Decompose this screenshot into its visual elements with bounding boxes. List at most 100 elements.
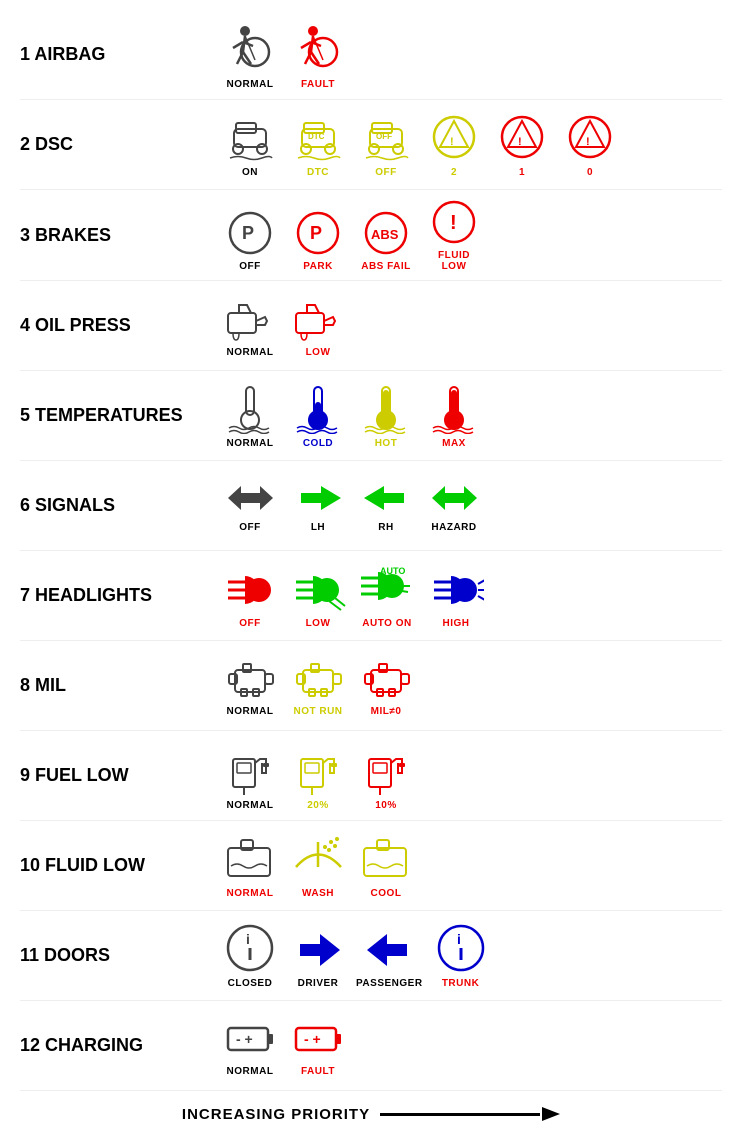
row-temps: 5 TEMPERATURES NORMAL — [20, 371, 722, 461]
svg-text:!: ! — [450, 136, 454, 148]
label-airbag-normal: NORMAL — [227, 79, 274, 90]
svg-text:!: ! — [450, 212, 457, 234]
label-temp-max: MAX — [442, 438, 466, 449]
svg-text:P: P — [242, 223, 254, 243]
label-fuel-20: 20% — [307, 800, 329, 811]
svg-text:AUTO: AUTO — [380, 566, 405, 576]
row-airbag: 1 AIRBAG — [20, 10, 722, 100]
icon-brake-fluid: ! FLUIDLOW — [424, 198, 484, 272]
label-signal-hazard: HAZARD — [431, 522, 476, 533]
icon-mil-notrun: NOT RUN — [288, 654, 348, 717]
svg-text:- +: - + — [236, 1031, 253, 1047]
icon-temp-hot: HOT — [356, 382, 416, 449]
label-fluid-normal: NORMAL — [227, 888, 274, 899]
icon-head-auto: AUTO AUTO ON — [356, 562, 418, 629]
icons-signals: OFF LH RH HAZARD — [220, 478, 484, 533]
label-head-off: OFF — [239, 618, 261, 629]
icon-fuel-normal: NORMAL — [220, 741, 280, 811]
icon-temp-cold: COLD — [288, 382, 348, 449]
priority-label: INCREASING PRIORITY — [182, 1106, 370, 1123]
label-fuel-10: 10% — [375, 800, 397, 811]
label-brake-park: PARK — [303, 261, 333, 272]
label-airbag-fault: FAULT — [301, 79, 335, 90]
label-mil-normal: NORMAL — [227, 706, 274, 717]
icon-fuel-20: 20% — [288, 741, 348, 811]
main-container: 1 AIRBAG — [0, 0, 742, 1147]
icon-mil-normal: NORMAL — [220, 654, 280, 717]
label-mil: 8 MIL — [20, 675, 220, 696]
label-fuel-normal: NORMAL — [227, 800, 274, 811]
label-signal-off: OFF — [239, 522, 261, 533]
icon-fluid-wash: WASH — [288, 832, 348, 899]
label-door-driver: DRIVER — [298, 978, 339, 989]
icon-head-low: LOW — [288, 566, 348, 629]
label-charge-normal: NORMAL — [227, 1066, 274, 1077]
label-door-passenger: PASSENGER — [356, 978, 423, 989]
icons-doors: i CLOSED DRIVER PASSENGER — [220, 922, 491, 989]
icon-oil-normal: NORMAL — [220, 293, 280, 358]
svg-text:i: i — [457, 931, 461, 947]
label-mil-mil: MIL≠0 — [371, 706, 402, 717]
priority-row: INCREASING PRIORITY — [20, 1091, 722, 1127]
label-headlights: 7 HEADLIGHTS — [20, 585, 220, 606]
icon-door-closed: i CLOSED — [220, 922, 280, 989]
row-oilpress: 4 OIL PRESS NORMAL — [20, 281, 722, 371]
row-headlights: 7 HEADLIGHTS OFF — [20, 551, 722, 641]
icons-fluidlow: NORMAL WASH — [220, 832, 416, 899]
icon-mil-mil: MIL≠0 — [356, 654, 416, 717]
svg-text:i: i — [246, 931, 250, 947]
icons-oilpress: NORMAL LOW — [220, 293, 348, 358]
icon-door-driver: DRIVER — [288, 926, 348, 989]
label-fluidlow: 10 FLUID LOW — [20, 855, 220, 876]
svg-text:- +: - + — [304, 1031, 321, 1047]
row-charging: 12 CHARGING - + NORMAL - + FAULT — [20, 1001, 722, 1091]
icon-fuel-10: 10% — [356, 741, 416, 811]
label-dsc-0: 0 — [587, 167, 593, 178]
label-temp-normal: NORMAL — [227, 438, 274, 449]
label-dsc-off: OFF — [375, 167, 397, 178]
label-brake-abs: ABS FAIL — [361, 261, 411, 272]
row-dsc: 2 DSC ON — [20, 100, 722, 190]
label-oil-normal: NORMAL — [227, 347, 274, 358]
label-dsc-1: 1 — [519, 167, 525, 178]
label-airbag: 1 AIRBAG — [20, 44, 220, 65]
icon-door-trunk: i TRUNK — [431, 922, 491, 989]
icon-head-off: OFF — [220, 566, 280, 629]
icon-charge-fault: - + FAULT — [288, 1014, 348, 1077]
icon-fluid-cool: COOL — [356, 832, 416, 899]
label-door-trunk: TRUNK — [442, 978, 480, 989]
icon-brake-abs: ABS ABS FAIL — [356, 209, 416, 272]
icon-temp-max: MAX — [424, 382, 484, 449]
icon-airbag-normal: NORMAL — [220, 20, 280, 90]
label-brake-fluid: FLUIDLOW — [438, 250, 470, 272]
svg-text:!: ! — [586, 136, 590, 148]
label-charging: 12 CHARGING — [20, 1035, 220, 1056]
icons-brakes: P OFF P PARK ABS ABS FAIL — [220, 198, 484, 272]
label-oil-low: LOW — [306, 347, 331, 358]
icons-airbag: NORMAL FAULT — [220, 20, 348, 90]
label-temp-hot: HOT — [375, 438, 398, 449]
row-doors: 11 DOORS i CLOSED DRIVER — [20, 911, 722, 1001]
label-signal-lh: LH — [311, 522, 325, 533]
row-mil: 8 MIL NORMAL — [20, 641, 722, 731]
icon-fluid-normal: NORMAL — [220, 832, 280, 899]
label-fluid-wash: WASH — [302, 888, 334, 899]
icons-mil: NORMAL NOT RUN — [220, 654, 416, 717]
svg-text:OFF: OFF — [376, 132, 392, 141]
priority-arrow — [380, 1105, 560, 1123]
icons-temps: NORMAL COLD — [220, 382, 484, 449]
label-signal-rh: RH — [378, 522, 393, 533]
icon-dsc-0: ! 0 — [560, 111, 620, 178]
label-door-closed: CLOSED — [228, 978, 273, 989]
label-temps: 5 TEMPERATURES — [20, 405, 220, 426]
icons-fuellow: NORMAL 20% — [220, 741, 416, 811]
svg-text:!: ! — [518, 136, 522, 148]
icon-dsc-1: ! 1 — [492, 111, 552, 178]
icon-signal-hazard: HAZARD — [424, 478, 484, 533]
row-brakes: 3 BRAKES P OFF P PARK — [20, 190, 722, 281]
label-temp-cold: COLD — [303, 438, 333, 449]
svg-text:ABS: ABS — [371, 227, 399, 242]
icon-dsc-dtc: DTC DTC — [288, 111, 348, 178]
label-signals: 6 SIGNALS — [20, 495, 220, 516]
label-head-low: LOW — [306, 618, 331, 629]
